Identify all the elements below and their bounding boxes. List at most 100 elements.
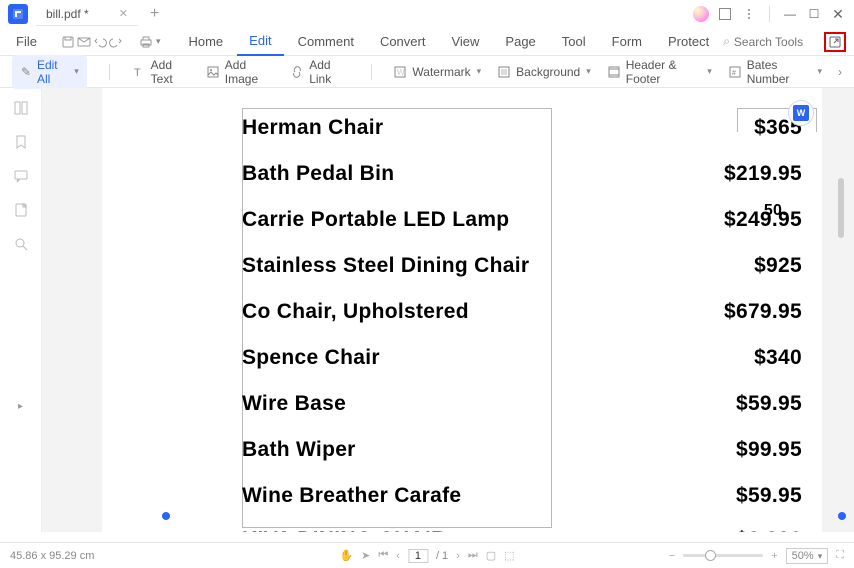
background-button[interactable]: Background ▾	[497, 65, 591, 79]
zoom-out-icon[interactable]: −	[669, 550, 675, 562]
chevron-down-icon: ▾	[477, 66, 482, 77]
new-tab-button[interactable]: +	[150, 5, 159, 23]
save-icon[interactable]	[61, 31, 75, 53]
page-number-input[interactable]	[408, 549, 428, 563]
tab-protect[interactable]: Protect	[656, 28, 721, 56]
title-bar: bill.pdf * ✕ + — ☐ ✕	[0, 0, 854, 28]
zoom-in-icon[interactable]: +	[771, 550, 777, 562]
redo-icon[interactable]	[109, 31, 123, 53]
search-input[interactable]	[734, 35, 814, 49]
tab-comment[interactable]: Comment	[286, 28, 366, 56]
line-item-name[interactable]: Bath Pedal Bin	[242, 162, 394, 186]
line-item-name[interactable]: Bath Wiper	[242, 438, 356, 462]
prev-page-icon[interactable]: ‹	[396, 550, 400, 562]
line-item-name[interactable]: Carrie Portable LED Lamp	[242, 208, 509, 232]
svg-text:W: W	[397, 68, 405, 77]
maximize-button[interactable]: ☐	[804, 4, 824, 24]
panel-icon[interactable]	[715, 4, 735, 24]
tab-view[interactable]: View	[439, 28, 491, 56]
chevron-down-icon: ▾	[817, 66, 822, 77]
line-item-name[interactable]: KIVA DINING CHAIR	[242, 528, 447, 532]
file-menu[interactable]: File	[8, 34, 45, 49]
chevron-down-icon: ▾	[74, 66, 79, 77]
line-item-price[interactable]: $99.95	[736, 438, 802, 462]
search-panel-icon[interactable]	[13, 236, 29, 252]
more-icon[interactable]	[739, 4, 759, 24]
search-tools[interactable]: ⌕	[723, 34, 814, 49]
tab-home[interactable]: Home	[176, 28, 235, 56]
scrollbar-thumb[interactable]	[838, 178, 844, 238]
line-item-price[interactable]: $925	[754, 254, 802, 278]
resize-handle[interactable]	[162, 512, 170, 520]
toolbar-overflow-icon[interactable]: ›	[838, 65, 842, 79]
first-page-icon[interactable]: ⏮	[378, 549, 388, 562]
undo-icon[interactable]	[93, 31, 107, 53]
select-tool-icon[interactable]: ➤	[361, 549, 370, 562]
fit-page-icon[interactable]: ▢	[486, 549, 496, 562]
last-page-icon[interactable]: ⏭	[468, 549, 478, 562]
minimize-button[interactable]: —	[780, 4, 800, 24]
bates-icon: #	[728, 65, 742, 79]
vertical-scrollbar[interactable]	[838, 88, 844, 518]
line-item-name[interactable]: Wire Base	[242, 392, 346, 416]
header-footer-button[interactable]: Header & Footer ▾	[607, 58, 712, 86]
separator	[769, 6, 770, 22]
line-item-price[interactable]: $59.95	[736, 392, 802, 416]
comment-panel-icon[interactable]	[13, 168, 29, 184]
zoom-value[interactable]: 50% ▾	[786, 548, 829, 564]
status-bar: 45.86 x 95.29 cm ✋ ➤ ⏮ ‹ / 1 › ⏭ ▢ ⬚ − +…	[0, 542, 854, 568]
pdf-page[interactable]: Herman Chair$365Bath Pedal Bin$219.95Car…	[102, 88, 822, 532]
print-dropdown-icon[interactable]: ▾	[156, 36, 161, 47]
edit-toolbar: ✎ Edit All ▾ T Add Text Add Image Add Li…	[0, 56, 854, 88]
chevron-down-icon: ▾	[586, 66, 591, 77]
line-item-price[interactable]: $679.95	[724, 300, 802, 324]
document-area: Herman Chair$365Bath Pedal Bin$219.95Car…	[42, 88, 854, 532]
document-tab[interactable]: bill.pdf * ✕	[36, 2, 138, 26]
add-image-button[interactable]: Add Image	[206, 58, 274, 86]
attachment-icon[interactable]	[13, 202, 29, 218]
thumbnails-icon[interactable]	[13, 100, 29, 116]
page-dimensions: 45.86 x 95.29 cm	[10, 550, 94, 562]
ai-assist-icon[interactable]	[691, 4, 711, 24]
tab-convert[interactable]: Convert	[368, 28, 438, 56]
zoom-slider-knob[interactable]	[705, 550, 716, 561]
print-icon[interactable]	[139, 31, 153, 53]
bookmark-icon[interactable]	[13, 134, 29, 150]
app-icon	[8, 4, 28, 24]
line-item-overlay: 50.	[764, 202, 787, 220]
line-item-price[interactable]: $340	[754, 346, 802, 370]
tab-form[interactable]: Form	[600, 28, 654, 56]
hand-tool-icon[interactable]: ✋	[339, 549, 353, 562]
close-tab-icon[interactable]: ✕	[119, 7, 128, 20]
line-item-name[interactable]: Stainless Steel Dining Chair	[242, 254, 529, 278]
next-page-icon[interactable]: ›	[456, 550, 460, 562]
bates-number-button[interactable]: # Bates Number ▾	[728, 58, 822, 86]
pencil-icon: ✎	[20, 65, 32, 79]
line-item-price[interactable]: $2,290	[736, 528, 802, 532]
expand-sidebar-icon[interactable]: ▸	[18, 401, 23, 412]
mail-icon[interactable]	[77, 31, 91, 53]
chevron-down-icon: ▾	[818, 551, 823, 561]
watermark-icon: W	[393, 65, 407, 79]
separator	[109, 64, 110, 80]
line-item-price[interactable]: $59.95	[736, 484, 802, 508]
add-link-button[interactable]: Add Link	[290, 58, 348, 86]
tab-page[interactable]: Page	[493, 28, 547, 56]
convert-to-word-badge[interactable]: W	[788, 100, 814, 126]
share-button-highlighted[interactable]	[824, 32, 846, 52]
line-item-name[interactable]: Herman Chair	[242, 116, 383, 140]
edit-all-button[interactable]: ✎ Edit All ▾	[12, 55, 87, 89]
close-window-button[interactable]: ✕	[828, 4, 848, 24]
line-item-name[interactable]: Spence Chair	[242, 346, 380, 370]
zoom-slider[interactable]	[683, 554, 763, 557]
menu-bar: File ▾ Home Edit Comment Convert View Pa…	[0, 28, 854, 56]
fullscreen-icon[interactable]: ⛶	[836, 549, 844, 562]
fit-width-icon[interactable]: ⬚	[504, 549, 514, 562]
line-item-price[interactable]: $219.95	[724, 162, 802, 186]
tab-edit[interactable]: Edit	[237, 28, 283, 56]
line-item-name[interactable]: Wine Breather Carafe	[242, 484, 461, 508]
line-item-name[interactable]: Co Chair, Upholstered	[242, 300, 469, 324]
tab-tool[interactable]: Tool	[550, 28, 598, 56]
watermark-button[interactable]: W Watermark ▾	[393, 65, 481, 79]
add-text-button[interactable]: T Add Text	[132, 58, 190, 86]
